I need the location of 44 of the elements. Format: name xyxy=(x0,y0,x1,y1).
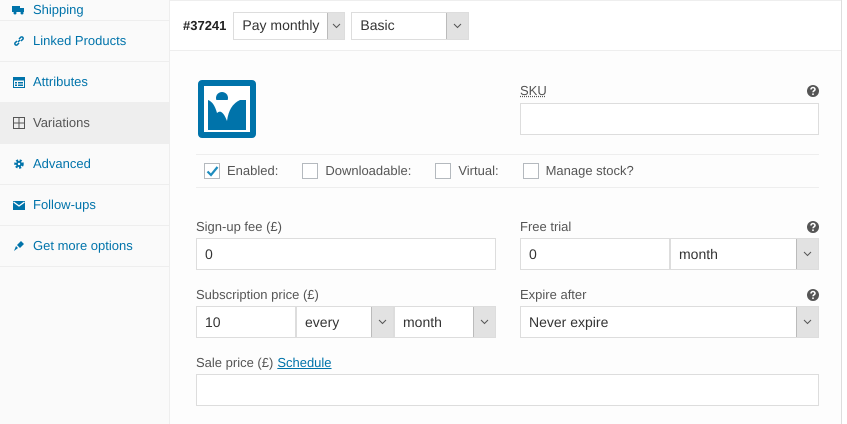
sidebar-item[interactable]: Get more options xyxy=(0,226,169,267)
field-label: Sign-up fee (£) xyxy=(196,218,283,236)
select-dropdown[interactable]: Pay monthly xyxy=(233,12,346,40)
sku-label: SKU xyxy=(520,82,547,100)
gear-icon xyxy=(12,158,25,170)
sidebar-item[interactable]: Follow-ups xyxy=(0,185,169,226)
checkbox[interactable] xyxy=(204,163,220,179)
checkbox-label: Virtual: xyxy=(458,162,499,180)
input-field[interactable]: 10 xyxy=(196,306,296,338)
checkbox[interactable] xyxy=(435,163,452,179)
field-label: Subscription price (£) xyxy=(196,286,320,304)
help-icon xyxy=(807,221,819,233)
help-icon xyxy=(807,84,819,97)
input-field[interactable] xyxy=(196,374,819,406)
link-icon xyxy=(12,35,25,47)
variation-id: #37241 xyxy=(183,16,226,35)
help-icon xyxy=(807,289,819,301)
list-icon xyxy=(12,76,25,88)
plug-icon xyxy=(12,240,25,252)
select-dropdown[interactable]: every xyxy=(296,306,394,338)
field-label: Free trial xyxy=(520,218,572,236)
select-dropdown[interactable]: Basic xyxy=(351,12,470,40)
checkbox[interactable] xyxy=(522,163,539,179)
sidebar-item[interactable]: Shipping xyxy=(0,0,169,21)
envelope-icon xyxy=(12,200,25,210)
checkbox[interactable] xyxy=(302,163,318,179)
input-field[interactable]: 0 xyxy=(520,238,670,270)
select-dropdown[interactable]: month xyxy=(394,306,496,338)
sidebar-item[interactable]: Advanced xyxy=(0,144,169,185)
input-field[interactable] xyxy=(520,102,819,134)
field-label: Sale price (£) xyxy=(196,354,274,372)
checkbox-label: Manage stock? xyxy=(546,162,634,180)
image-placeholder-icon[interactable] xyxy=(198,80,256,138)
checkbox-label: Enabled: xyxy=(227,162,278,180)
sidebar-item[interactable]: Variations xyxy=(0,103,169,144)
schedule-link[interactable]: Schedule xyxy=(277,353,332,373)
sidebar-item[interactable]: Linked Products xyxy=(0,21,169,62)
grid-icon xyxy=(12,117,25,129)
truck-icon xyxy=(12,5,25,15)
select-dropdown[interactable]: Never expire xyxy=(520,306,819,338)
checkbox-label: Downloadable: xyxy=(325,162,412,180)
select-dropdown[interactable]: month xyxy=(670,238,819,270)
field-label: Expire after xyxy=(520,286,586,304)
input-field[interactable]: 0 xyxy=(196,238,496,270)
